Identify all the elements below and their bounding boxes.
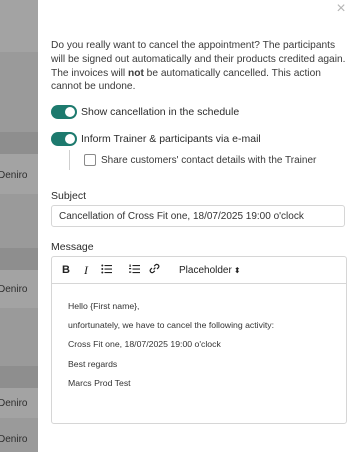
share-contact-row: Share customers' contact details with th… bbox=[84, 154, 316, 166]
placeholder-select[interactable]: Placeholder ⬍ bbox=[179, 265, 241, 276]
message-line: unfortunately, we have to cancel the fol… bbox=[68, 320, 275, 331]
background-row bbox=[0, 0, 38, 52]
indent-divider bbox=[69, 150, 70, 170]
background-overlay: Deniro Deniro Deniro Deniro bbox=[0, 0, 38, 452]
subject-input[interactable] bbox=[51, 205, 345, 227]
close-icon[interactable]: × bbox=[334, 1, 348, 17]
share-contact-checkbox[interactable] bbox=[84, 154, 96, 166]
background-row-name: Deniro bbox=[0, 398, 28, 409]
subject-label: Subject bbox=[51, 190, 87, 202]
warning-text-emphasis: not bbox=[128, 67, 144, 79]
message-line: Best regards bbox=[68, 358, 118, 369]
message-body[interactable]: Hello {First name}, unfortunately, we ha… bbox=[52, 284, 346, 390]
message-label: Message bbox=[51, 241, 94, 253]
bold-button[interactable]: B bbox=[61, 264, 71, 276]
message-editor: B I Placeholder ⬍ Hello {First name}, un… bbox=[51, 256, 347, 424]
background-band bbox=[0, 366, 38, 388]
select-arrows-icon: ⬍ bbox=[233, 265, 241, 275]
editor-toolbar: B I Placeholder ⬍ bbox=[52, 257, 346, 284]
italic-button[interactable]: I bbox=[81, 264, 91, 276]
show-in-schedule-label: Show cancellation in the schedule bbox=[81, 106, 240, 118]
background-row-name: Deniro bbox=[0, 170, 28, 181]
cancellation-warning-text: Do you really want to cancel the appoint… bbox=[51, 39, 351, 94]
show-in-schedule-row: Show cancellation in the schedule bbox=[51, 105, 239, 119]
numbered-list-icon[interactable] bbox=[129, 264, 140, 277]
cancel-appointment-dialog: × Do you really want to cancel the appoi… bbox=[38, 0, 360, 452]
background-row-name: Deniro bbox=[0, 434, 28, 445]
inform-email-toggle[interactable] bbox=[51, 132, 77, 146]
background-row-name: Deniro bbox=[0, 284, 28, 295]
inform-email-label: Inform Trainer & participants via e-mail bbox=[81, 133, 261, 145]
message-line: Marcs Prod Test bbox=[68, 377, 131, 388]
share-contact-label: Share customers' contact details with th… bbox=[101, 154, 317, 166]
background-band bbox=[0, 132, 38, 154]
background-band bbox=[0, 248, 38, 270]
message-line: Cross Fit one, 18/07/2025 19:00 o'clock bbox=[68, 339, 221, 350]
placeholder-select-label: Placeholder bbox=[179, 264, 232, 276]
bullet-list-icon[interactable] bbox=[101, 264, 112, 277]
message-line: Hello {First name}, bbox=[68, 301, 140, 311]
link-icon[interactable] bbox=[149, 263, 160, 277]
inform-email-row: Inform Trainer & participants via e-mail bbox=[51, 132, 261, 146]
show-in-schedule-toggle[interactable] bbox=[51, 105, 77, 119]
